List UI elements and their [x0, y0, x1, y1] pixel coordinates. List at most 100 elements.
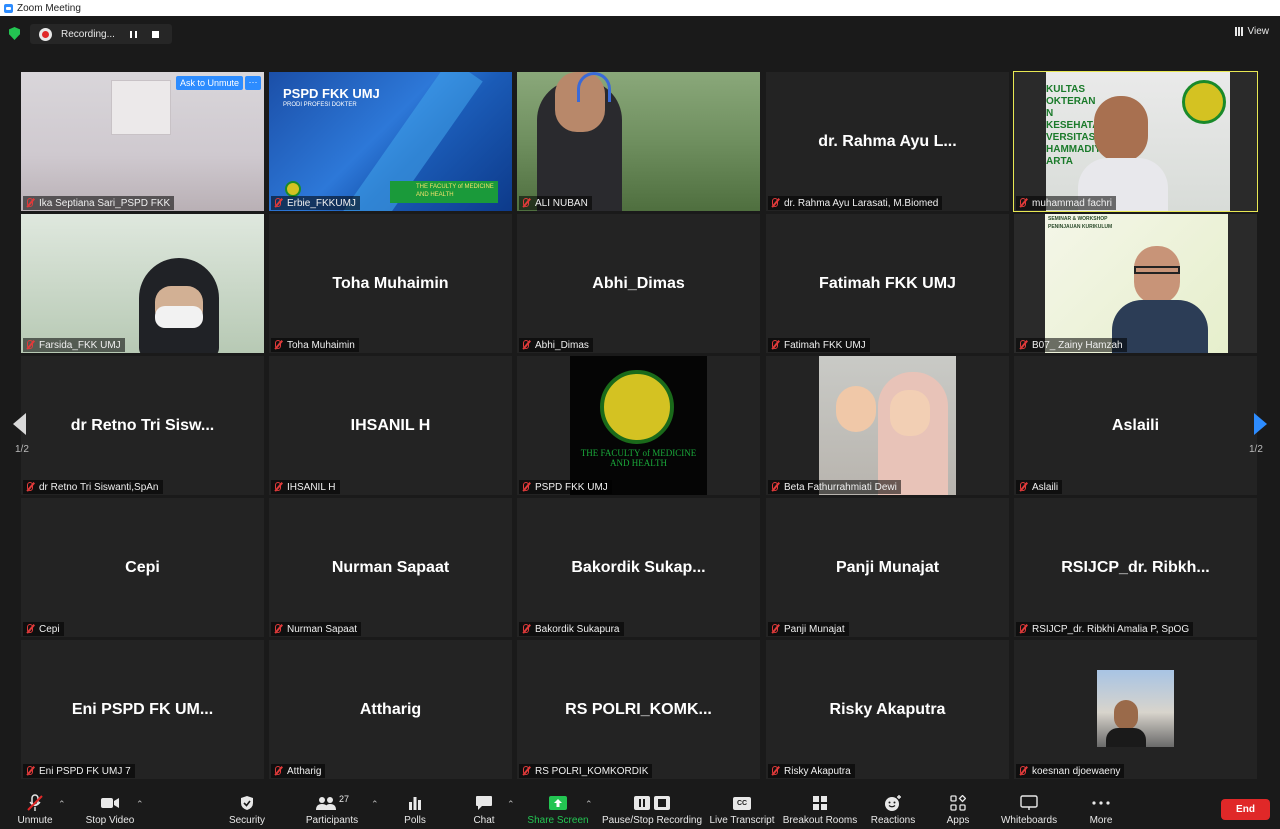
ask-to-unmute-button[interactable]: Ask to Unmute [175, 76, 243, 90]
face-mask [155, 306, 203, 328]
muted-mic-icon [521, 198, 530, 208]
live-transcript-button[interactable]: CC Live Transcript [709, 789, 775, 829]
previous-page-arrow-icon[interactable] [13, 413, 26, 435]
share-screen-button[interactable]: Share Screen [527, 789, 589, 829]
participants-button[interactable]: 27 Participants [305, 789, 359, 829]
reactions-button[interactable]: Reactions [871, 789, 915, 829]
faculty-sign-line: KULTAS [1046, 84, 1086, 95]
participant-name: Nurman Sapaat [287, 623, 358, 635]
participant-tile[interactable]: Attharig Attharig [269, 640, 512, 779]
participant-tile[interactable]: ALI NUBAN [517, 72, 760, 211]
end-meeting-button[interactable]: End [1221, 799, 1270, 820]
participant-tile[interactable]: Panji Munajat Panji Munajat [766, 498, 1009, 637]
muted-mic-icon [25, 198, 34, 208]
more-button[interactable]: More [1087, 789, 1115, 829]
participant-tile[interactable]: PSPD FKK UMJ PRODI PROFESI DOKTER THE FACU… [269, 72, 512, 211]
participants-people-icon: 27 [312, 794, 352, 812]
participant-tile[interactable]: Nurman Sapaat Nurman Sapaat [269, 498, 512, 637]
participant-display-name: dr. Rahma Ayu L... [818, 132, 957, 150]
participant-tile[interactable]: Beta Fathurrahmiati Dewi [766, 356, 1009, 495]
apps-button[interactable]: Apps [945, 789, 971, 829]
pause-recording-button[interactable] [130, 30, 137, 38]
chat-caret-icon[interactable]: ⌃ [507, 799, 515, 810]
audio-options-caret-icon[interactable]: ⌃ [58, 799, 66, 810]
participant-name: RSIJCP_dr. Ribkhi Amalia P, SpOG [1032, 623, 1190, 635]
muted-mic-icon [521, 766, 530, 776]
video-feed [21, 214, 264, 353]
participant-name: dr. Rahma Ayu Larasati, M.Biomed [784, 197, 939, 209]
participant-name-label: dr. Rahma Ayu Larasati, M.Biomed [768, 196, 943, 210]
participant-name-label: muhammad fachri [1016, 196, 1117, 210]
child-face [836, 386, 876, 432]
video-gallery: Ask to Unmute ··· Ika Septiana Sari_PSPD F… [21, 71, 1259, 779]
whiteboard-icon [1019, 794, 1039, 812]
participant-name-label: Risky Akaputra [768, 764, 855, 778]
participant-name: Ika Septiana Sari_PSPD FKK [39, 197, 171, 209]
participant-tile[interactable]: Abhi_Dimas Abhi_Dimas [517, 214, 760, 353]
participant-face [890, 390, 930, 436]
next-page-arrow-icon[interactable] [1254, 413, 1267, 435]
pause-stop-recording-button[interactable]: Pause/Stop Recording [602, 789, 702, 829]
participant-tile[interactable]: koesnan djoewaeny [1014, 640, 1257, 779]
slide-title: PSPD FKK UMJ [283, 86, 380, 101]
participant-name-label: Attharig [271, 764, 326, 778]
chat-button[interactable]: Chat [469, 789, 499, 829]
participant-display-name: Bakordik Sukap... [571, 558, 706, 576]
share-caret-icon[interactable]: ⌃ [585, 799, 593, 810]
closed-caption-icon: CC [732, 794, 752, 812]
polls-button[interactable]: Polls [400, 789, 430, 829]
participant-name: Erbie_FKKUMJ [287, 197, 356, 209]
participant-tile[interactable]: Ask to Unmute ··· Ika Septiana Sari_PSPD F… [21, 72, 264, 211]
security-button[interactable]: Security [227, 789, 267, 829]
participant-name: Farsida_FKK UMJ [39, 339, 121, 351]
participant-name-label: ALI NUBAN [519, 196, 592, 210]
participant-tile[interactable]: Toha Muhaimin Toha Muhaimin [269, 214, 512, 353]
participant-name-label: Ika Septiana Sari_PSPD FKK [23, 196, 175, 210]
participant-display-name: Fatimah FKK UMJ [819, 274, 956, 292]
participant-tile[interactable]: THE FACULTY of MEDICINE AND HEALTH PSPD F… [517, 356, 760, 495]
muted-mic-icon [1018, 766, 1027, 776]
participant-tile[interactable]: Risky Akaputra Risky Akaputra [766, 640, 1009, 779]
participant-tile[interactable]: Farsida_FKK UMJ [21, 214, 264, 353]
participant-tile[interactable]: KULTAS OKTERAN N KESEHATAN VERSITAS HAMMADIY… [1013, 71, 1258, 212]
participant-tile[interactable]: dr. Rahma Ayu L... dr. Rahma Ayu Larasati… [766, 72, 1009, 211]
muted-mic-icon [273, 482, 282, 492]
participant-face [1114, 700, 1138, 730]
participant-name-label: dr Retno Tri Siswanti,SpAn [23, 480, 163, 494]
zoom-logo-icon [4, 3, 13, 13]
view-button[interactable]: View [1234, 26, 1269, 37]
more-dots-icon [1091, 794, 1111, 812]
video-feed: PSPD FKK UMJ PRODI PROFESI DOKTER THE FACU… [269, 72, 512, 211]
participant-tile[interactable]: IHSANIL H IHSANIL H [269, 356, 512, 495]
participant-tile[interactable]: Eni PSPD FK UM... Eni PSPD FK UMJ 7 [21, 640, 264, 779]
participant-tile[interactable]: Fatimah FKK UMJ Fatimah FKK UMJ [766, 214, 1009, 353]
participant-tile[interactable]: Cepi Cepi [21, 498, 264, 637]
participant-display-name: RS POLRI_KOMK... [565, 700, 712, 718]
participant-display-name: Attharig [359, 700, 422, 718]
breakout-rooms-button[interactable]: Breakout Rooms [783, 789, 857, 829]
encryption-shield-icon[interactable] [9, 27, 20, 40]
stop-video-label: Stop Video [85, 815, 135, 826]
tile-more-button[interactable]: ··· [245, 76, 261, 90]
muted-mic-icon [521, 624, 530, 634]
participant-tile[interactable]: SEMINAR & WORKSHOP PENINJAUAN KURIKULUM B0… [1014, 214, 1257, 353]
window-title: Zoom Meeting [17, 2, 81, 14]
unmute-button[interactable]: Unmute [14, 789, 56, 829]
muted-mic-icon [521, 340, 530, 350]
participants-caret-icon[interactable]: ⌃ [371, 799, 379, 810]
participant-name-label: Aslaili [1016, 480, 1063, 494]
video-options-caret-icon[interactable]: ⌃ [136, 799, 144, 810]
participant-tile[interactable]: RSIJCP_dr. Ribkh... RSIJCP_dr. Ribkhi Ama… [1014, 498, 1257, 637]
participant-tile[interactable]: dr Retno Tri Sisw... dr Retno Tri Siswant… [21, 356, 264, 495]
stop-recording-button[interactable] [152, 30, 159, 38]
whiteboards-button[interactable]: Whiteboards [1001, 789, 1057, 829]
participant-tile[interactable]: Bakordik Sukap... Bakordik Sukapura [517, 498, 760, 637]
stop-video-button[interactable]: Stop Video [82, 789, 138, 829]
video-feed: SEMINAR & WORKSHOP PENINJAUAN KURIKULUM [1014, 214, 1257, 353]
participant-face [1094, 96, 1148, 162]
umj-logo [285, 181, 301, 197]
participant-name: koesnan djoewaeny [1032, 765, 1121, 777]
participant-tile[interactable]: RS POLRI_KOMK... RS POLRI_KOMKORDIK [517, 640, 760, 779]
participant-display-name: Abhi_Dimas [592, 274, 685, 292]
participant-tile[interactable]: Aslaili Aslaili [1014, 356, 1257, 495]
